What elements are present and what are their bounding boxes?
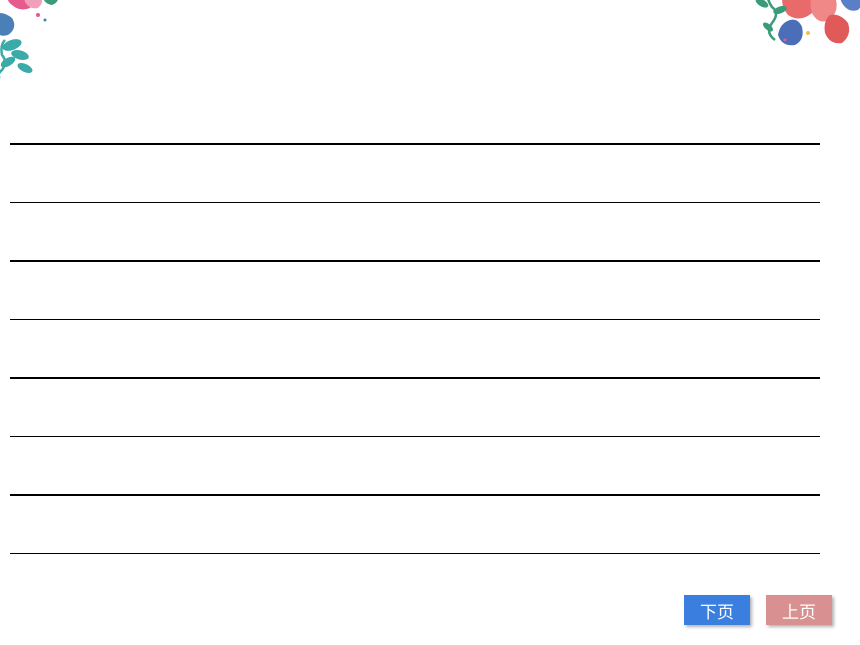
writing-line [10,143,820,145]
writing-line [10,377,820,379]
writing-line [10,436,820,438]
floral-decoration-left [0,0,80,90]
writing-line [10,319,820,321]
writing-line [10,202,820,204]
next-page-button[interactable]: 下页 [684,595,750,625]
prev-page-button[interactable]: 上页 [766,595,832,625]
writing-line [10,260,820,262]
writing-line [10,494,820,496]
writing-line [10,553,820,555]
navigation-buttons: 下页 上页 [684,595,832,625]
floral-decoration-right [730,0,860,70]
writing-lines-area [10,143,820,554]
